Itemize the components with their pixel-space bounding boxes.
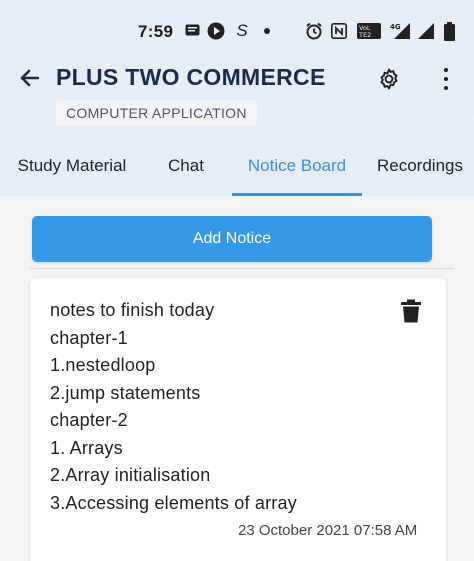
battery-icon [442,21,456,41]
notice-line: chapter-2 [50,410,128,430]
more-dot-icon [444,77,448,81]
more-options-button[interactable] [436,66,456,92]
volte-icon: VoL TE2 [356,22,382,40]
back-button[interactable] [16,64,42,92]
more-dot-icon [444,86,448,90]
tab-bar: Study Material Chat Notice Board Recordi… [0,138,474,196]
tab-study-material[interactable]: Study Material [10,138,134,196]
add-notice-button[interactable]: Add Notice [32,216,432,262]
status-time: 7:59 [138,22,174,41]
signal-icon [416,22,436,40]
divider [30,268,454,269]
tab-recordings[interactable]: Recordings [370,138,470,196]
notice-line: 1. Arrays [50,438,123,458]
tab-chat[interactable]: Chat [146,138,226,196]
more-dot-icon [444,68,448,72]
tab-notice-board[interactable]: Notice Board [232,138,362,196]
trash-icon [401,299,421,323]
svg-text:4G: 4G [390,23,401,31]
message-icon [184,22,200,40]
svg-text:TE2: TE2 [358,31,371,39]
delete-notice-button[interactable] [400,299,422,323]
alarm-icon [304,22,324,40]
page-title: PLUS TWO COMMERCE [56,64,326,90]
notice-line: 2.Array initialisation [50,465,211,485]
status-bar: 7:59 S VoL TE2 4G [0,20,474,44]
play-icon [206,22,226,40]
gear-icon [380,68,398,90]
subject-subtitle: COMPUTER APPLICATION [56,100,257,126]
notice-timestamp: 23 October 2021 07:58 AM [238,522,418,539]
notice-line: chapter-1 [50,328,128,348]
notice-line: 3.Accessing elements of array [50,493,297,513]
swipe-icon: S [236,21,248,40]
arrow-back-icon [20,69,39,87]
notice-line: 1.nestedloop [50,355,156,375]
nfc-icon [330,22,348,40]
notice-line: notes to finish today [50,300,215,320]
active-tab-indicator [232,193,362,196]
dot-icon [262,22,272,40]
settings-button[interactable] [376,66,402,92]
signal-4g-icon: 4G [388,22,412,40]
notice-line: 2.jump statements [50,383,201,403]
